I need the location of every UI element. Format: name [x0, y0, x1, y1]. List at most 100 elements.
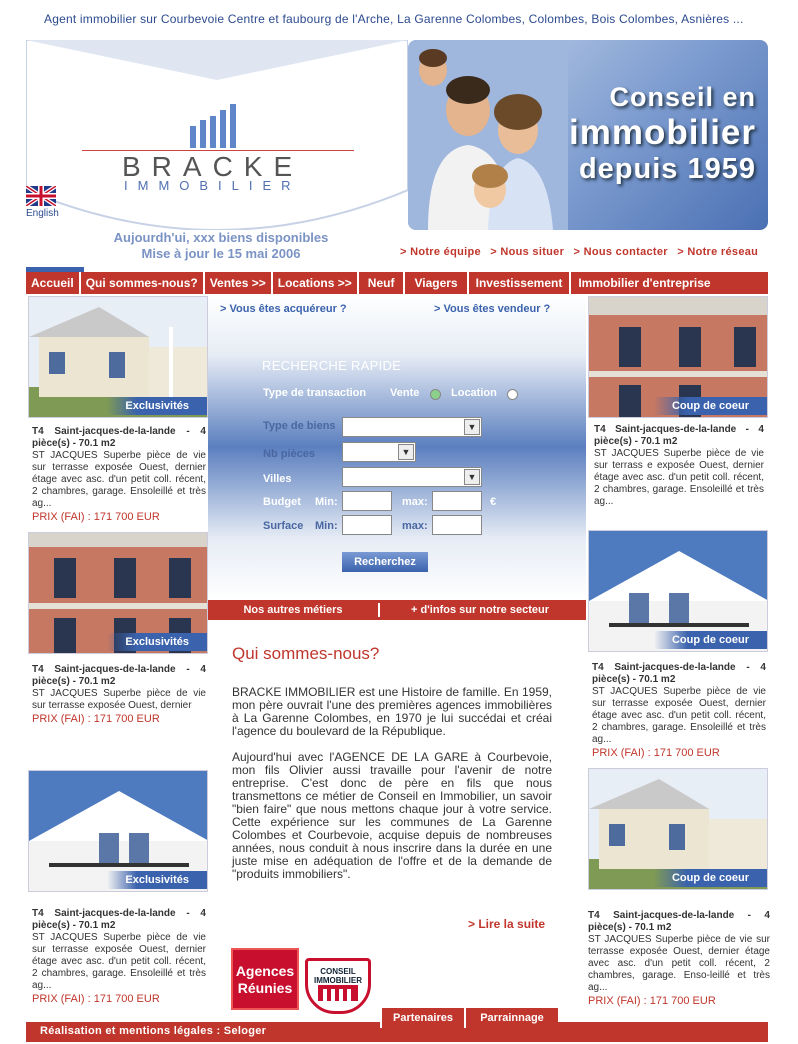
property-card[interactable]: Exclusivités T4 Saint-jacques-de-la-land…: [28, 770, 210, 1006]
hero-line-2: immobilier: [569, 113, 756, 152]
property-description: ST JACQUES Superbe pièce de vie sur terr…: [594, 448, 764, 507]
villes-label: Villes: [263, 473, 292, 485]
chevron-down-icon: ▼: [464, 419, 480, 435]
top-links: > Notre équipe > Nous situer > Nous cont…: [400, 246, 764, 258]
availability-count: Aujourdh'ui, xxx biens disponibles: [113, 230, 329, 245]
property-card[interactable]: Exclusivités T4 Saint-jacques-de-la-land…: [28, 296, 210, 524]
chevron-down-icon: ▼: [398, 444, 414, 460]
property-title[interactable]: T4 Saint-jacques-de-la-lande - 4 pièce(s…: [594, 424, 764, 448]
link-notre-equipe[interactable]: > Notre équipe: [400, 246, 481, 258]
read-more-link[interactable]: > Lire la suite: [468, 917, 545, 931]
vente-radio[interactable]: [430, 389, 441, 400]
transaction-label: Type de transaction: [263, 387, 367, 399]
property-photo[interactable]: Coup de coeur: [588, 530, 768, 652]
link-infos-secteur[interactable]: + d'infos sur notre secteur: [380, 600, 580, 620]
link-parrainnage[interactable]: Parrainnage: [464, 1008, 558, 1028]
nav-locations[interactable]: Locations >>: [273, 272, 359, 294]
nav-accueil[interactable]: Accueil: [26, 272, 81, 294]
link-notre-reseau[interactable]: > Notre réseau: [677, 246, 758, 258]
link-nous-contacter[interactable]: > Nous contacter: [574, 246, 668, 258]
property-title[interactable]: T4 Saint-jacques-de-la-lande - 4 pièce(s…: [32, 426, 206, 450]
property-description: ST JACQUES Superbe pièce de vie sur terr…: [32, 450, 206, 509]
property-description: ST JACQUES Superbe pièce de vie sur terr…: [588, 934, 770, 993]
property-card[interactable]: Coup de coeur T4 Saint-jacques-de-la-lan…: [588, 530, 770, 760]
property-tag: Exclusivités: [107, 633, 207, 651]
property-tag: Exclusivités: [107, 397, 207, 415]
agences-reunies-logo[interactable]: Agences Réunies: [231, 948, 299, 1010]
budget-label: Budget: [263, 496, 301, 508]
property-photo[interactable]: Exclusivités: [28, 532, 208, 654]
property-title[interactable]: T4 Saint-jacques-de-la-lande - 4 pièce(s…: [32, 908, 206, 932]
availability-info: Aujourdh'ui, xxx biens disponibles Mise …: [96, 230, 346, 262]
property-price: PRIX (FAI) : 171 700 EUR: [588, 995, 716, 1007]
last-update: Mise à jour le 15 mai 2006: [141, 246, 301, 261]
search-title: RECHERCHE RAPIDE: [262, 358, 402, 373]
property-price: PRIX (FAI) : 171 700 EUR: [32, 993, 160, 1005]
location-label: Location: [451, 387, 497, 399]
uk-flag-icon[interactable]: [26, 186, 56, 206]
bottom-links: Partenaires Parrainnage: [380, 1008, 558, 1028]
nav-qui-sommes-nous[interactable]: Qui sommes-nous?: [81, 272, 205, 294]
budget-min-label: Min:: [315, 496, 338, 508]
hero-banner: Conseil en immobilier depuis 1959: [408, 40, 768, 230]
budget-min-input[interactable]: [342, 491, 392, 511]
link-nous-situer[interactable]: > Nous situer: [490, 246, 564, 258]
site-tagline: Agent immobilier sur Courbevoie Centre e…: [44, 12, 744, 26]
conseil-badge-text: CONSEIL IMMOBILIER: [314, 967, 362, 985]
property-title[interactable]: T4 Saint-jacques-de-la-lande - 4 pièce(s…: [592, 662, 766, 686]
conseil-immobilier-badge[interactable]: CONSEIL IMMOBILIER: [305, 958, 371, 1014]
chevron-down-icon: ▼: [464, 469, 480, 485]
property-description: ST JACQUES Superbe pièce de vie sur terr…: [32, 688, 206, 711]
main-nav: Accueil Qui sommes-nous? Ventes >> Locat…: [26, 272, 768, 294]
nav-ventes[interactable]: Ventes >>: [205, 272, 273, 294]
type-biens-label: Type de biens: [263, 420, 336, 432]
family-photo-illustration: [408, 40, 568, 230]
surface-max-input[interactable]: [432, 515, 482, 535]
english-link[interactable]: English: [26, 208, 59, 219]
location-radio[interactable]: [507, 389, 518, 400]
nav-viagers[interactable]: Viagers: [405, 272, 469, 294]
property-photo[interactable]: Coup de coeur: [588, 296, 768, 418]
surface-min-input[interactable]: [342, 515, 392, 535]
link-vendeur[interactable]: > Vous êtes vendeur ?: [434, 303, 550, 315]
footer-credits-link[interactable]: Réalisation et mentions légales : Seloge…: [40, 1025, 266, 1037]
euro-unit: €: [490, 496, 497, 508]
hero-slogan: Conseil en immobilier depuis 1959: [569, 82, 756, 186]
property-description: ST JACQUES Superbe pièce de vie sur terr…: [592, 686, 766, 745]
property-photo[interactable]: Exclusivités: [28, 296, 208, 418]
type-biens-select[interactable]: ▼: [342, 417, 482, 437]
property-price: PRIX (FAI) : 171 700 EUR: [32, 511, 160, 523]
about-title: Qui sommes-nous?: [232, 644, 380, 663]
nav-immobilier-entreprise[interactable]: Immobilier d'entreprise: [571, 272, 717, 294]
property-card[interactable]: Coup de coeur T4 Saint-jacques-de-la-lan…: [588, 296, 770, 508]
property-price: PRIX (FAI) : 171 700 EUR: [592, 747, 720, 759]
property-card[interactable]: Coup de coeur T4 Saint-jacques-de-la-lan…: [588, 768, 770, 1008]
link-acquereur[interactable]: > Vous êtes acquéreur ?: [220, 303, 347, 315]
hero-line-3: depuis 1959: [578, 153, 756, 185]
about-body: BRACKE IMMOBILIER est une Histoire de fa…: [232, 686, 552, 894]
about-paragraph: Aujourd'hui avec l'AGENCE DE LA GARE à C…: [232, 750, 552, 881]
nav-investissement[interactable]: Investissement: [469, 272, 572, 294]
property-title[interactable]: T4 Saint-jacques-de-la-lande - 4 pièce(s…: [32, 664, 206, 688]
hero-line-1: Conseil en: [609, 82, 756, 112]
nb-pieces-select[interactable]: ▼: [342, 442, 416, 462]
property-tag: Coup de coeur: [653, 397, 767, 415]
property-price: PRIX (FAI) : 171 700 EUR: [32, 713, 160, 725]
vente-label: Vente: [390, 387, 420, 399]
nav-neuf[interactable]: Neuf: [359, 272, 406, 294]
property-photo[interactable]: Exclusivités: [28, 770, 208, 892]
property-card[interactable]: Exclusivités T4 Saint-jacques-de-la-land…: [28, 532, 210, 726]
property-tag: Coup de coeur: [653, 631, 767, 649]
search-button[interactable]: Recherchez: [342, 552, 428, 572]
about-paragraph: BRACKE IMMOBILIER est une Histoire de fa…: [232, 685, 552, 738]
villes-select[interactable]: ▼: [342, 467, 482, 487]
logo-bars-icon: [190, 104, 236, 148]
link-autres-metiers[interactable]: Nos autres métiers: [208, 600, 378, 620]
property-tag: Coup de coeur: [653, 869, 767, 887]
property-photo[interactable]: Coup de coeur: [588, 768, 768, 890]
property-title[interactable]: T4 Saint-jacques-de-la-lande - 4 pièce(s…: [588, 910, 770, 934]
budget-max-input[interactable]: [432, 491, 482, 511]
nb-pieces-label: Nb pièces: [263, 448, 315, 460]
link-partenaires[interactable]: Partenaires: [380, 1008, 464, 1028]
building-icon: [318, 985, 358, 1001]
